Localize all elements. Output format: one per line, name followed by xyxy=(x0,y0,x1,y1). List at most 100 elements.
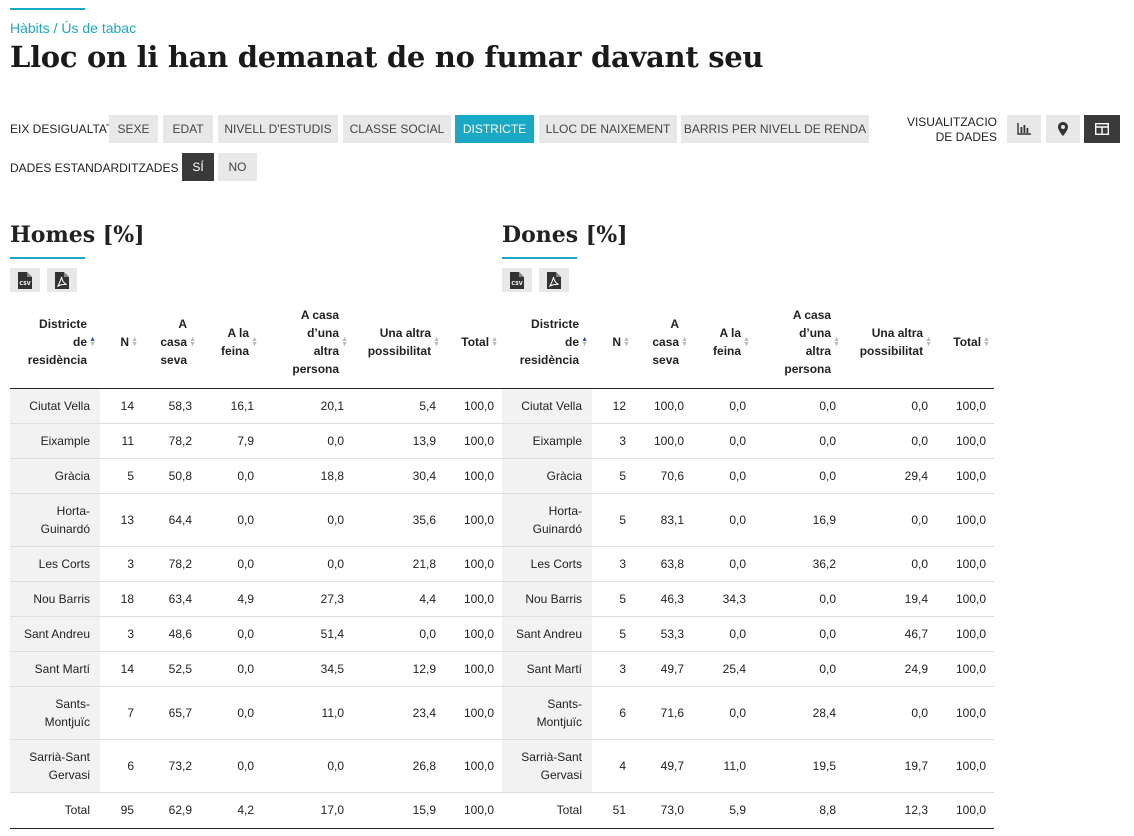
text-line: Montjuïc xyxy=(44,714,90,729)
cell-work: 0,0 xyxy=(692,546,754,582)
cell-other-home: 8,8 xyxy=(754,791,844,829)
cell-home: 78,2 xyxy=(142,423,200,459)
column-header-other[interactable]: Una altra possibilitat▲ ▼ xyxy=(844,296,936,389)
cell-work: 0,0 xyxy=(692,423,754,459)
cell-home: 52,5 xyxy=(142,651,200,687)
cell-other-home: 11,0 xyxy=(262,686,352,740)
sort-icon[interactable]: ▲ ▼ xyxy=(433,336,440,348)
sort-down-icon: ▼ xyxy=(743,340,750,348)
column-header-other-home[interactable]: A casa d’una altra persona ▲ ▼ xyxy=(754,296,844,389)
axis-option-classe-social[interactable]: CLASSE SOCIAL xyxy=(343,115,451,143)
table-row: Horta- Guinardó 13 64,4 0,0 0,0 35,6 100,0 xyxy=(10,493,502,547)
axis-option-edat[interactable]: EDAT xyxy=(163,115,213,143)
men-download-pdf-button[interactable] xyxy=(47,268,77,292)
bar-chart-view-button[interactable] xyxy=(1007,115,1041,143)
sort-icon[interactable]: ▲ ▼ xyxy=(623,336,630,348)
cell-district: Nou Barris xyxy=(502,581,592,617)
cell-home: 63,4 xyxy=(142,581,200,617)
cell-other-home: 0,0 xyxy=(754,388,844,424)
sort-icon[interactable]: ▲ ▼ xyxy=(131,336,138,348)
standardized-yes-button[interactable]: SÍ xyxy=(182,153,214,181)
women-download-csv-button[interactable]: CSV xyxy=(502,268,532,292)
cell-n: 5 xyxy=(100,458,142,494)
cell-other: 0,0 xyxy=(844,546,936,582)
text-line: casa xyxy=(652,334,680,349)
cell-district: Sarrià-Sant Gervasi xyxy=(10,739,100,793)
sort-icon[interactable]: ▲ ▼ xyxy=(681,336,688,348)
text-line: A casa xyxy=(300,307,340,322)
cell-total: 100,0 xyxy=(936,581,994,617)
column-header-home[interactable]: Acasa seva▲ ▼ xyxy=(634,296,692,389)
text-line: Sant Martí xyxy=(34,661,90,676)
table-view-button[interactable] xyxy=(1084,115,1120,143)
text-line: Montjuïc xyxy=(536,714,582,729)
breadcrumb-current[interactable]: Ús de tabac xyxy=(61,20,136,36)
text-line: seva xyxy=(160,352,188,367)
column-header-work[interactable]: A la feina▲ ▼ xyxy=(200,296,262,389)
axis-option-lloc-naixement[interactable]: LLOC DE NAIXEMENT xyxy=(539,115,677,143)
column-header-district[interactable]: Districte de residència▲ ▼ xyxy=(10,296,100,389)
sort-icon[interactable]: ▲ ▼ xyxy=(341,336,348,348)
text-line: residència xyxy=(519,352,580,367)
text-line: Una altra xyxy=(379,325,432,340)
column-header-other-home[interactable]: A casa d’una altra persona ▲ ▼ xyxy=(262,296,352,389)
column-header-other[interactable]: Una altra possibilitat▲ ▼ xyxy=(352,296,444,389)
table-row: Ciutat Vella 12 100,0 0,0 0,0 0,0 100,0 xyxy=(502,388,994,424)
sort-icon[interactable]: ▲ ▼ xyxy=(581,336,588,348)
sort-icon[interactable]: ▲ ▼ xyxy=(983,336,990,348)
cell-total: 100,0 xyxy=(936,739,994,793)
text-line: N xyxy=(612,335,622,350)
text-line: Sant Martí xyxy=(526,661,582,676)
cell-district: Eixample xyxy=(502,423,592,459)
sort-icon[interactable]: ▲ ▼ xyxy=(251,336,258,348)
cell-home: 49,7 xyxy=(634,739,692,793)
text-line: possibilitat xyxy=(367,343,432,358)
text-line: Total xyxy=(461,335,490,350)
top-accent-line xyxy=(10,8,85,10)
text-line: Nou Barris xyxy=(33,591,90,606)
axis-option-barris-renda[interactable]: BARRIS PER NIVELL DE RENDA xyxy=(681,115,869,143)
cell-work: 0,0 xyxy=(200,493,262,547)
sort-down-icon: ▼ xyxy=(433,340,440,348)
cell-n: 18 xyxy=(100,581,142,617)
axis-option-sexe[interactable]: SEXE xyxy=(109,115,158,143)
map-view-button[interactable] xyxy=(1046,115,1080,143)
cell-district: Les Corts xyxy=(10,546,100,582)
text-line: persona xyxy=(292,361,340,376)
sort-icon[interactable]: ▲ ▼ xyxy=(189,336,196,348)
cell-other: 0,0 xyxy=(844,388,936,424)
sort-icon[interactable]: ▲ ▼ xyxy=(743,336,750,348)
sort-icon[interactable]: ▲ ▼ xyxy=(89,336,96,348)
men-download-csv-button[interactable]: CSV xyxy=(10,268,40,292)
column-header-n[interactable]: N ▲ ▼ xyxy=(592,296,634,389)
standardized-no-button[interactable]: NO xyxy=(218,153,257,181)
cell-other: 24,9 xyxy=(844,651,936,687)
column-header-home[interactable]: Acasa seva▲ ▼ xyxy=(142,296,200,389)
cell-other-home: 0,0 xyxy=(754,651,844,687)
column-header-n[interactable]: N ▲ ▼ xyxy=(100,296,142,389)
text-line: Gervasi xyxy=(48,767,90,782)
text-line: altra xyxy=(313,343,340,358)
sort-icon[interactable]: ▲ ▼ xyxy=(491,336,498,348)
total-row: Total 95 62,9 4,2 17,0 15,9 100,0 xyxy=(10,791,502,829)
column-header-total[interactable]: Total ▲ ▼ xyxy=(444,296,502,389)
text-line: Guinardó xyxy=(40,521,90,536)
axis-option-nivell-estudis[interactable]: NIVELL D'ESTUDIS xyxy=(218,115,338,143)
cell-home: 64,4 xyxy=(142,493,200,547)
cell-other-home: 0,0 xyxy=(754,581,844,617)
column-header-district[interactable]: Districte de residència▲ ▼ xyxy=(502,296,592,389)
sort-icon[interactable]: ▲ ▼ xyxy=(925,336,932,348)
cell-n: 11 xyxy=(100,423,142,459)
cell-other: 4,4 xyxy=(352,581,444,617)
cell-district: Horta- Guinardó xyxy=(10,493,100,547)
column-header-total[interactable]: Total ▲ ▼ xyxy=(936,296,994,389)
women-download-pdf-button[interactable] xyxy=(539,268,569,292)
table-row: Eixample 11 78,2 7,9 0,0 13,9 100,0 xyxy=(10,423,502,459)
sort-icon[interactable]: ▲ ▼ xyxy=(833,336,840,348)
visualization-label-line2: DE DADES xyxy=(935,130,997,144)
cell-total: 100,0 xyxy=(444,791,502,829)
breadcrumb-parent[interactable]: Hàbits xyxy=(10,20,50,36)
column-header-work[interactable]: A la feina▲ ▼ xyxy=(692,296,754,389)
cell-n: 4 xyxy=(592,739,634,793)
axis-option-districte[interactable]: DISTRICTE xyxy=(455,115,534,143)
